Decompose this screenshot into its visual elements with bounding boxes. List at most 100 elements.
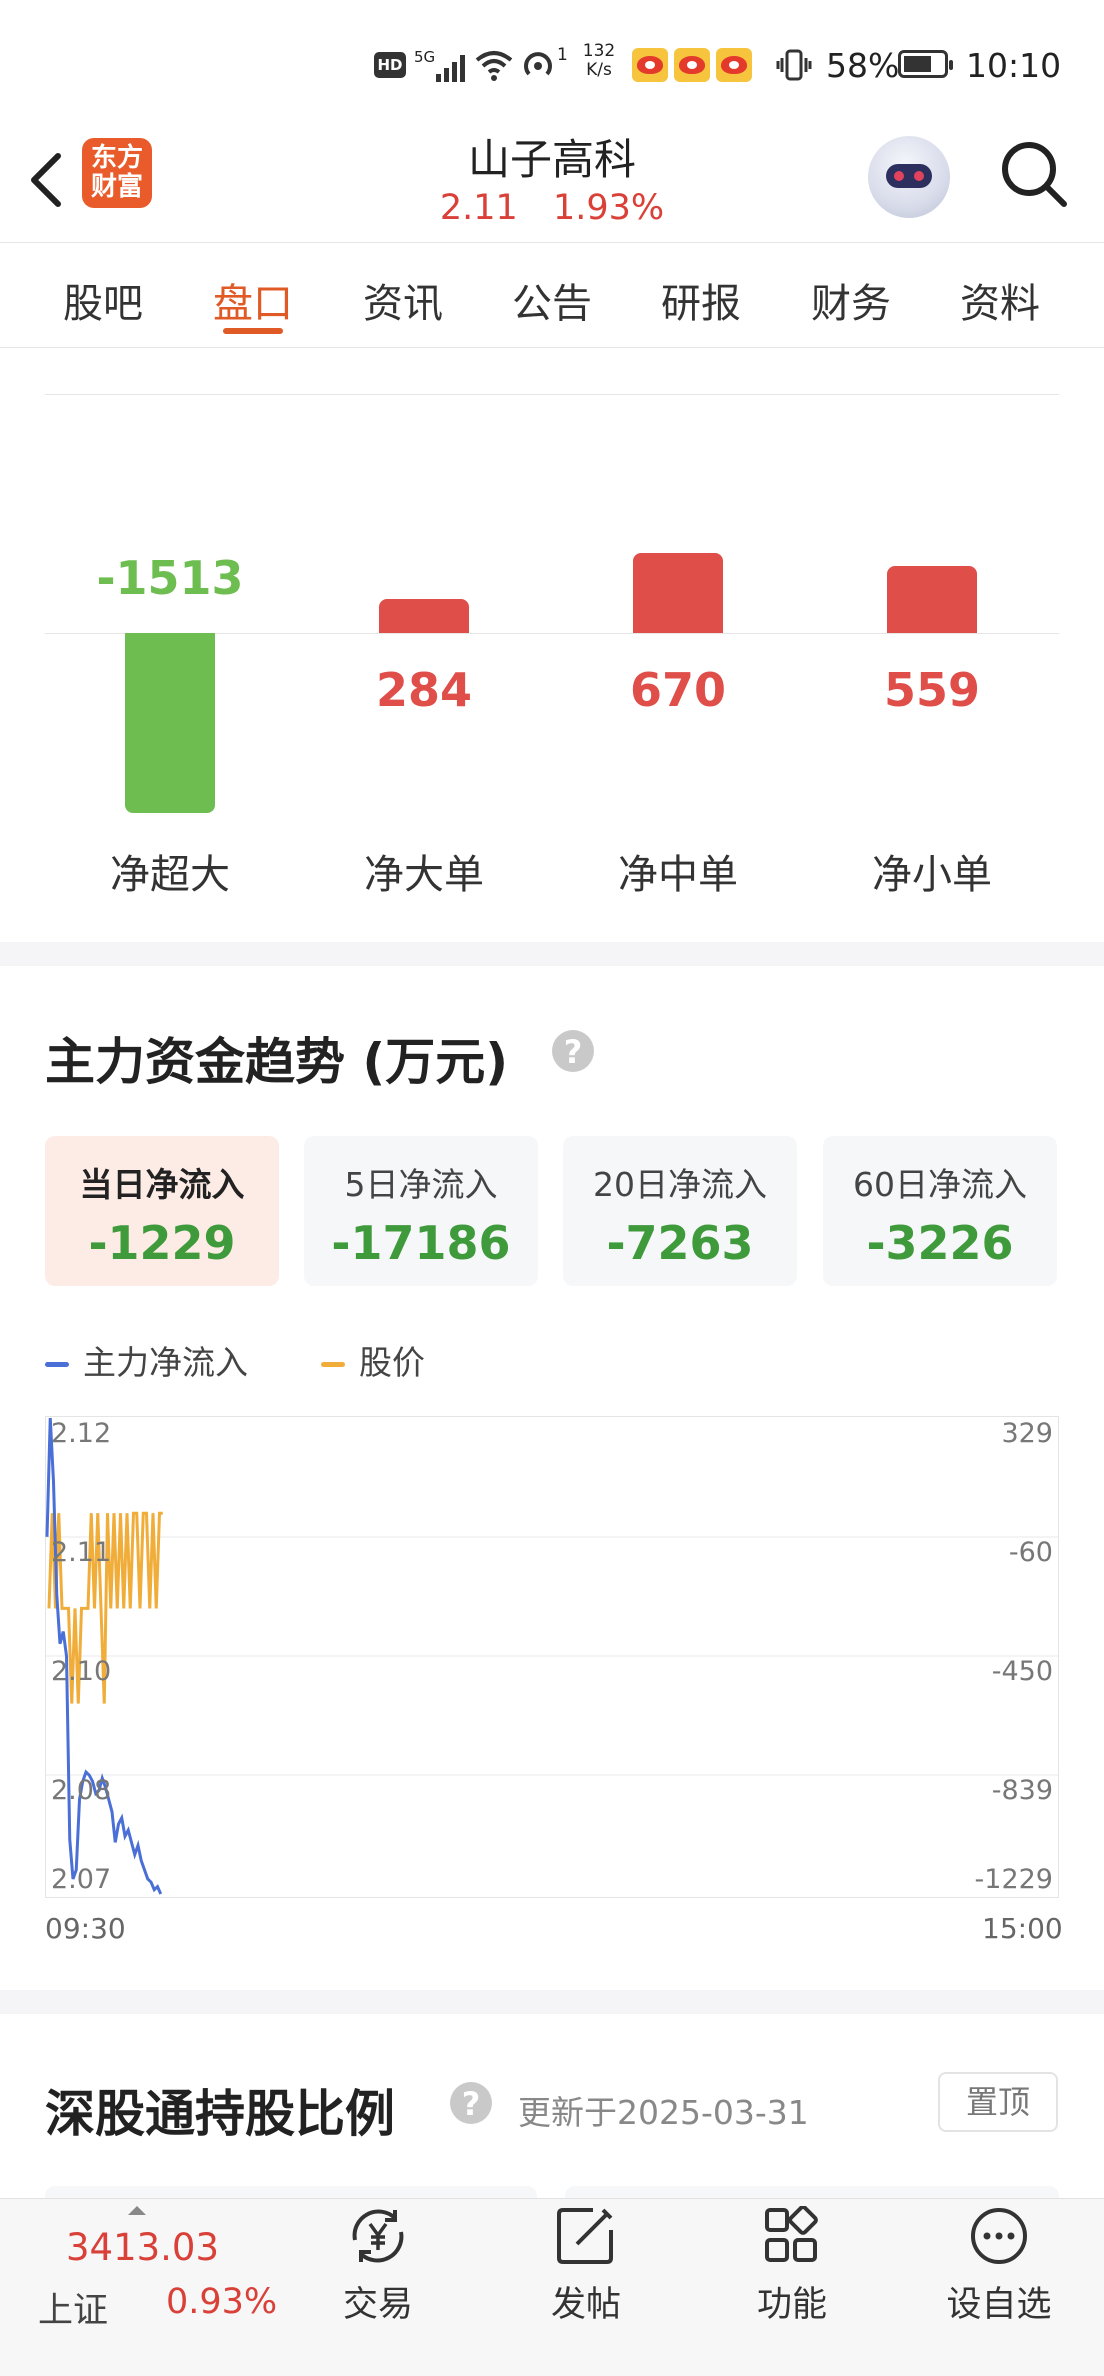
grid-apps-icon: [765, 2206, 818, 2262]
index-name[interactable]: 上证: [38, 2282, 108, 2333]
nav-label: 设自选: [946, 2285, 1052, 2325]
x-axis-end: 15:00: [982, 1912, 1063, 1945]
flow-bar: [125, 633, 215, 813]
card-today-net-inflow[interactable]: 当日净流入 -1229: [45, 1136, 279, 1286]
flow-bar-label: 净中单: [618, 852, 738, 898]
hd-label: HD: [377, 56, 403, 74]
ai-assistant-robot-icon[interactable]: [868, 136, 950, 218]
flow-bar-label: 净超大: [110, 852, 230, 898]
logo-line2: 财富: [90, 172, 143, 202]
nav-add-watchlist[interactable]: 设自选: [929, 2206, 1069, 2327]
tab-pankou[interactable]: 盘口: [178, 271, 328, 329]
legend-price: 股价: [321, 1336, 425, 1384]
tab-guba[interactable]: 股吧: [28, 271, 178, 329]
cell-signal-icon: [436, 52, 465, 82]
card-value: -7263: [606, 1216, 754, 1270]
tab-profile[interactable]: 资料: [925, 271, 1075, 329]
tab-news[interactable]: 资讯: [328, 271, 478, 329]
y-right-tick: -1229: [975, 1864, 1053, 1895]
section-gap: [0, 1990, 1104, 2014]
nav-label: 发帖: [550, 2285, 621, 2325]
card-label: 5日净流入: [344, 1165, 498, 1204]
nav-functions[interactable]: 功能: [722, 2206, 862, 2327]
battery-percent: 58%: [826, 46, 900, 85]
tab-research[interactable]: 研报: [626, 271, 776, 329]
trend-chart: 2.12 2.11 2.10 2.08 2.07 329 -60 -450 -839 -1229: [45, 1416, 1059, 1898]
y-right-tick: -839: [992, 1775, 1053, 1806]
more-dots-icon: [971, 2208, 1027, 2264]
section-gap: [0, 942, 1104, 966]
legend-label: 主力净流入: [83, 1343, 248, 1382]
flow-bar: [887, 566, 977, 633]
index-value[interactable]: 3413.03: [66, 2226, 219, 2269]
card-value: -1229: [88, 1216, 236, 1270]
weibo-notification-icon: [716, 48, 752, 82]
help-icon[interactable]: ?: [552, 1030, 594, 1072]
active-tab-indicator: [223, 328, 283, 334]
legend-label: 股价: [359, 1343, 425, 1382]
trade-yen-icon: [352, 2209, 404, 2263]
flow-bar-value: 559: [883, 663, 981, 717]
nav-label: 交易: [342, 2285, 413, 2325]
tab-bar: 股吧 盘口 资讯 公告 研报 财务 资料: [0, 242, 1104, 348]
tab-announcements[interactable]: 公告: [477, 271, 627, 329]
price-line: 2.11 1.93%: [352, 188, 752, 228]
card-5day-net-inflow[interactable]: 5日净流入 -17186: [304, 1136, 538, 1286]
card-value: -3226: [866, 1216, 1014, 1270]
status-bar: HD 5G 1 132 K/s 58% 10:10: [0, 0, 1104, 120]
tab-finance[interactable]: 财务: [776, 271, 926, 329]
y-left-tick: 2.10: [51, 1656, 111, 1687]
hd-icon: HD: [374, 52, 406, 78]
x-axis-start: 09:30: [45, 1912, 126, 1945]
expand-caret-icon[interactable]: [128, 2206, 146, 2215]
logo-line1: 东方: [90, 143, 143, 173]
back-arrow-icon[interactable]: [22, 150, 72, 210]
flow-bar-value: 670: [629, 663, 727, 717]
nav-post[interactable]: 发帖: [516, 2206, 656, 2327]
hk-connect-title: 深股通持股比例: [45, 2085, 395, 2143]
network-type: 5G: [414, 48, 436, 66]
index-change-pct[interactable]: 0.93%: [166, 2282, 277, 2322]
flow-bar: [379, 599, 469, 633]
y-right-tick: -60: [1009, 1537, 1053, 1568]
eastmoney-logo[interactable]: 东方 财富: [82, 138, 152, 208]
trend-title: 主力资金趋势 (万元): [45, 1033, 509, 1091]
card-20day-net-inflow[interactable]: 20日净流入 -7263: [563, 1136, 797, 1286]
divider: [45, 394, 1059, 395]
battery-icon: [898, 50, 953, 78]
hotspot-icon: [524, 52, 552, 76]
wifi-icon: [475, 51, 513, 81]
y-left-tick: 2.11: [51, 1537, 111, 1568]
weibo-notification-icon: [632, 48, 668, 82]
card-label: 60日净流入: [853, 1165, 1027, 1204]
y-left-tick: 2.08: [51, 1775, 111, 1806]
pin-to-top-button[interactable]: 置顶: [938, 2072, 1058, 2132]
network-speed: 132 K/s: [574, 42, 624, 80]
flow-bar-value: 284: [375, 663, 473, 717]
stock-price: 2.11: [439, 188, 518, 228]
nav-trade[interactable]: 交易: [308, 2206, 448, 2327]
speed-value: 132: [582, 41, 616, 61]
y-left-tick: 2.12: [51, 1418, 111, 1449]
compose-icon: [557, 2208, 613, 2264]
card-label: 20日净流入: [593, 1165, 767, 1204]
search-icon[interactable]: [998, 138, 1070, 210]
vibrate-icon: [776, 49, 812, 81]
legend-main-inflow: 主力净流入: [45, 1336, 248, 1384]
speed-unit: K/s: [586, 60, 612, 80]
card-label: 当日净流入: [79, 1165, 245, 1204]
help-icon[interactable]: ?: [450, 2082, 492, 2124]
y-right-tick: 329: [1001, 1418, 1053, 1449]
flow-bar: [633, 553, 723, 633]
y-left-tick: 2.07: [51, 1864, 111, 1895]
y-right-tick: -450: [992, 1656, 1053, 1687]
hotspot-count: 1: [557, 45, 568, 65]
stock-change-pct: 1.93%: [552, 188, 665, 228]
nav-label: 功能: [756, 2285, 827, 2325]
hk-update-date: 更新于2025-03-31: [518, 2093, 809, 2132]
card-60day-net-inflow[interactable]: 60日净流入 -3226: [823, 1136, 1057, 1286]
clock: 10:10: [966, 46, 1062, 85]
weibo-notification-icon: [674, 48, 710, 82]
stock-name: 山子高科: [467, 135, 636, 184]
flow-bar-label: 净大单: [364, 852, 484, 898]
